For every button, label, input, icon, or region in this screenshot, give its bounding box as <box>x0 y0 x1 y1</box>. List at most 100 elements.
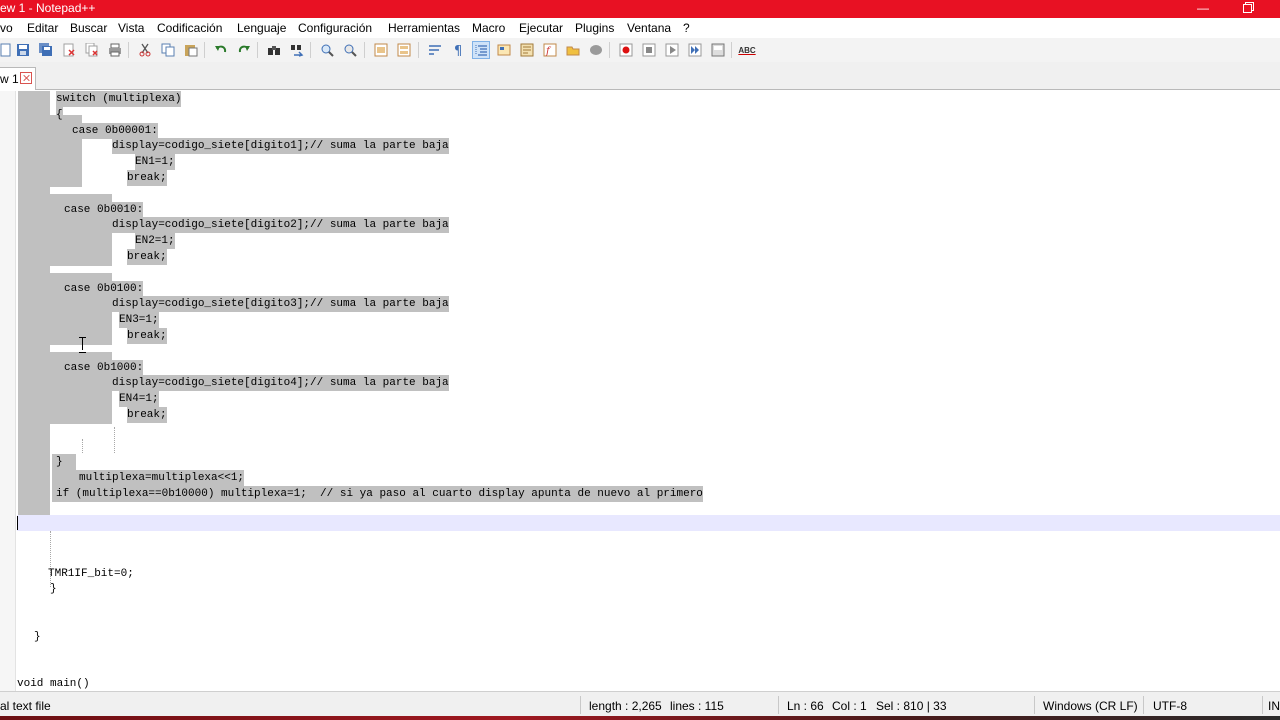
status-col: Col : 1 <box>832 699 867 713</box>
new-file-icon[interactable] <box>0 41 14 59</box>
record-macro-icon[interactable] <box>617 41 635 59</box>
code-line: display=codigo_siete[digito3];// suma la… <box>112 296 449 312</box>
paste-icon[interactable] <box>182 41 200 59</box>
window-title: ew 1 - Notepad++ <box>0 1 96 15</box>
current-line-highlight <box>17 515 1280 531</box>
show-all-chars-icon[interactable]: ¶ <box>449 41 467 59</box>
menu-configuracion[interactable]: Configuración <box>298 21 372 35</box>
code-line: EN2=1; <box>135 233 175 249</box>
code-line: break; <box>127 328 167 344</box>
status-eol[interactable]: Windows (CR LF) <box>1043 699 1138 713</box>
menu-archivo[interactable]: vo <box>0 21 13 35</box>
menu-vista[interactable]: Vista <box>118 21 144 35</box>
text-caret <box>17 516 18 530</box>
code-line: case 0b0010: <box>64 202 144 218</box>
selection-block <box>18 91 50 523</box>
close-all-icon[interactable] <box>83 41 101 59</box>
sync-vertical-icon[interactable] <box>372 41 390 59</box>
code-line: { <box>56 107 63 123</box>
monitoring-icon[interactable] <box>587 41 605 59</box>
code-line: display=codigo_siete[digito2];// suma la… <box>112 217 449 233</box>
menu-bar: vo Editar Buscar Vista Codificación Leng… <box>0 18 1280 38</box>
minimize-icon: — <box>1197 1 1209 15</box>
stop-macro-icon[interactable] <box>640 41 658 59</box>
fold-margin[interactable] <box>0 91 16 691</box>
menu-herramientas[interactable]: Herramientas <box>388 21 460 35</box>
status-encoding[interactable]: UTF-8 <box>1153 699 1187 713</box>
editor[interactable]: switch (multiplexa) { case 0b00001: disp… <box>0 91 1280 691</box>
save-all-icon[interactable] <box>37 41 55 59</box>
menu-plugins[interactable]: Plugins <box>575 21 614 35</box>
play-macro-icon[interactable] <box>663 41 681 59</box>
menu-codificacion[interactable]: Codificación <box>157 21 222 35</box>
find-icon[interactable] <box>265 41 283 59</box>
word-wrap-icon[interactable] <box>426 41 444 59</box>
menu-macro[interactable]: Macro <box>472 21 505 35</box>
code-line: break; <box>127 407 167 423</box>
status-mode: IN <box>1268 699 1280 713</box>
code-line: case 0b00001: <box>72 123 158 139</box>
menu-editar[interactable]: Editar <box>27 21 58 35</box>
indent-guide-icon[interactable] <box>472 41 490 59</box>
zoom-in-icon[interactable] <box>318 41 336 59</box>
code-line: EN1=1; <box>135 154 175 170</box>
save-icon[interactable] <box>14 41 32 59</box>
code-line: case 0b0100: <box>64 281 144 297</box>
undo-icon[interactable] <box>212 41 230 59</box>
code-line: switch (multiplexa) <box>56 91 182 107</box>
status-ln: Ln : 66 <box>787 699 824 713</box>
status-lines: lines : 115 <box>670 699 724 713</box>
user-language-icon[interactable] <box>495 41 513 59</box>
replace-icon[interactable] <box>288 41 306 59</box>
menu-buscar[interactable]: Buscar <box>70 21 107 35</box>
minimize-button[interactable]: — <box>1180 0 1226 18</box>
save-macro-icon[interactable] <box>709 41 727 59</box>
code-line: } <box>50 583 57 595</box>
status-length: length : 2,265 <box>589 699 662 713</box>
function-list-icon[interactable]: f <box>541 41 559 59</box>
menu-lenguaje[interactable]: Lenguaje <box>237 21 286 35</box>
document-map-icon[interactable] <box>518 41 536 59</box>
tab-new-1[interactable]: w 1 <box>0 67 36 90</box>
code-line: } <box>52 454 76 470</box>
code-line: } <box>34 631 41 643</box>
restore-button[interactable] <box>1224 0 1270 18</box>
code-line: display=codigo_siete[digito4];// suma la… <box>112 375 449 391</box>
code-line: case 0b1000: <box>64 360 144 376</box>
tab-bar: w 1 <box>0 62 1280 90</box>
tab-label: w 1 <box>0 72 19 86</box>
code-line: display=codigo_siete[digito1];// suma la… <box>112 138 449 154</box>
menu-ejecutar[interactable]: Ejecutar <box>519 21 563 35</box>
code-line: TMR1IF_bit=0; <box>48 568 134 580</box>
title-bar: ew 1 - Notepad++ — <box>0 0 1280 18</box>
taskbar-edge <box>0 716 1280 720</box>
status-file-type: al text file <box>0 699 51 713</box>
svg-text:¶: ¶ <box>454 44 462 57</box>
selection-block <box>18 500 49 515</box>
menu-ventana[interactable]: Ventana <box>627 21 671 35</box>
restore-icon <box>1242 4 1252 13</box>
zoom-out-icon[interactable] <box>341 41 359 59</box>
redo-icon[interactable] <box>235 41 253 59</box>
menu-help[interactable]: ? <box>683 21 690 35</box>
status-sel: Sel : 810 | 33 <box>876 699 947 713</box>
code-line: if (multiplexa==0b10000) multiplexa=1; /… <box>52 486 703 502</box>
close-icon[interactable] <box>60 41 78 59</box>
cut-icon[interactable] <box>136 41 154 59</box>
code-line: EN3=1; <box>119 312 159 328</box>
run-macro-multiple-icon[interactable] <box>686 41 704 59</box>
toolbar: ¶ f ABC <box>0 38 1280 62</box>
text-cursor-icon <box>79 337 86 353</box>
print-icon[interactable] <box>106 41 124 59</box>
code-line: void main() <box>17 678 90 690</box>
code-line: break; <box>127 249 167 265</box>
status-bar: al text file length : 2,265 lines : 115 … <box>0 691 1280 720</box>
copy-icon[interactable] <box>159 41 177 59</box>
code-line: multiplexa=multiplexa<<1; <box>52 470 245 486</box>
spell-check-icon[interactable]: ABC <box>738 41 756 59</box>
code-line: break; <box>127 170 167 186</box>
tab-close-icon[interactable] <box>20 72 32 84</box>
sync-horizontal-icon[interactable] <box>395 41 413 59</box>
folder-workspace-icon[interactable] <box>564 41 582 59</box>
code-line: EN4=1; <box>119 391 159 407</box>
